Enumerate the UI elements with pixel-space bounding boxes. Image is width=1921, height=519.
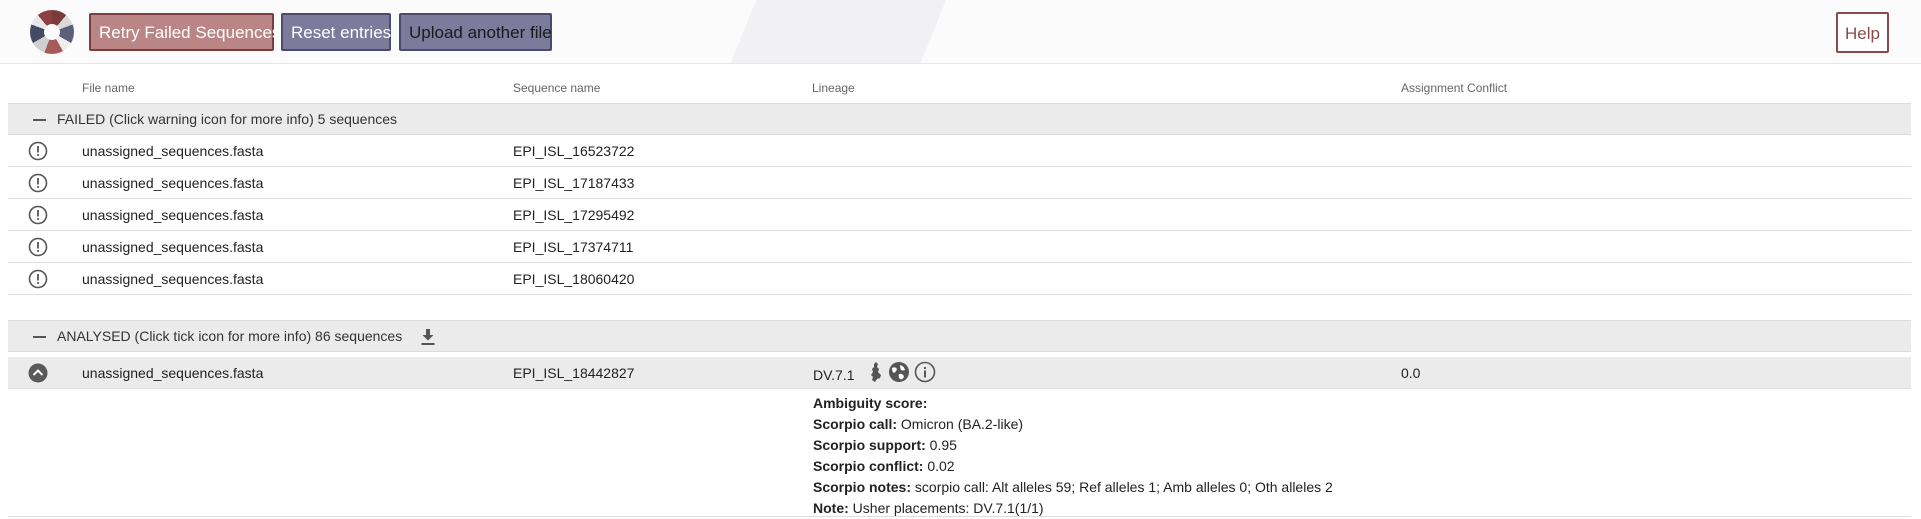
detail-value: scorpio call: Alt alleles 59; Ref allele…: [914, 479, 1333, 495]
warning-icon[interactable]: [28, 141, 48, 161]
detail-label: Scorpio conflict:: [813, 458, 924, 474]
lineage-cell: DV.7.1: [813, 367, 855, 383]
retry-failed-sequences-button[interactable]: Retry Failed Sequences: [89, 13, 280, 51]
assignment-conflict-cell: 0.0: [1401, 365, 1421, 381]
upload-another-file-button[interactable]: Upload another file: [399, 13, 552, 51]
help-button[interactable]: Help: [1836, 12, 1889, 53]
detail-label: Scorpio call:: [813, 416, 898, 432]
column-header-file-name[interactable]: File name: [82, 81, 135, 95]
detail-value: Usher placements: DV.7.1(1/1): [852, 500, 1044, 516]
info-icon[interactable]: [914, 361, 936, 383]
detail-value: 0.02: [927, 458, 955, 474]
detail-value: 0.95: [929, 437, 957, 453]
globe-icon[interactable]: [888, 361, 910, 383]
table-row[interactable]: unassigned_sequences.fasta EPI_ISL_17187…: [8, 167, 1911, 199]
detail-label: Scorpio notes:: [813, 479, 912, 495]
collapse-icon[interactable]: [33, 336, 46, 338]
sequence-name-cell: EPI_ISL_16523722: [513, 143, 635, 159]
warning-icon[interactable]: [28, 173, 48, 193]
map-icon[interactable]: [868, 361, 884, 383]
failed-group-header[interactable]: FAILED (Click warning icon for more info…: [8, 103, 1911, 135]
download-icon[interactable]: [420, 328, 436, 346]
failed-group-label: FAILED (Click warning icon for more info…: [57, 111, 398, 127]
table-row[interactable]: unassigned_sequences.fasta EPI_ISL_17374…: [8, 231, 1911, 263]
file-name-cell: unassigned_sequences.fasta: [82, 175, 264, 191]
warning-icon[interactable]: [28, 237, 48, 257]
detail-label: Ambiguity score:: [813, 395, 928, 411]
tick-icon[interactable]: [28, 363, 48, 383]
analysed-group-label: ANALYSED (Click tick icon for more info)…: [57, 328, 403, 344]
table-row[interactable]: unassigned_sequences.fasta EPI_ISL_16523…: [8, 135, 1911, 167]
table-row[interactable]: unassigned_sequences.fasta EPI_ISL_17295…: [8, 199, 1911, 231]
collapse-icon[interactable]: [33, 119, 46, 121]
file-name-cell: unassigned_sequences.fasta: [82, 271, 264, 287]
file-name-cell: unassigned_sequences.fasta: [82, 365, 264, 381]
warning-icon[interactable]: [28, 205, 48, 225]
column-header-sequence-name[interactable]: Sequence name: [513, 81, 600, 95]
file-name-cell: unassigned_sequences.fasta: [82, 239, 264, 255]
column-header-lineage[interactable]: Lineage: [812, 81, 855, 95]
sequence-name-cell: EPI_ISL_18442827: [513, 365, 635, 381]
sequence-name-cell: EPI_ISL_17295492: [513, 207, 635, 223]
column-header-assignment-conflict[interactable]: Assignment Conflict: [1401, 81, 1507, 95]
ambiguity-score-line: Ambiguity score:: [813, 393, 1333, 414]
top-toolbar: Retry Failed Sequences Reset entries Upl…: [0, 0, 1921, 64]
detail-label: Scorpio support:: [813, 437, 926, 453]
reset-entries-button[interactable]: Reset entries: [281, 13, 391, 51]
warning-icon[interactable]: [28, 269, 48, 289]
app-logo: [30, 10, 74, 54]
analysed-group-header[interactable]: ANALYSED (Click tick icon for more info)…: [8, 320, 1911, 352]
sequence-details-panel: Ambiguity score: Scorpio call: Omicron (…: [813, 393, 1333, 519]
sequence-name-cell: EPI_ISL_17374711: [513, 239, 634, 255]
scorpio-support-line: Scorpio support: 0.95: [813, 435, 1333, 456]
sequence-name-cell: EPI_ISL_17187433: [513, 175, 635, 191]
file-name-cell: unassigned_sequences.fasta: [82, 207, 264, 223]
table-row[interactable]: unassigned_sequences.fasta EPI_ISL_18060…: [8, 263, 1911, 295]
file-name-cell: unassigned_sequences.fasta: [82, 143, 264, 159]
detail-label: Note:: [813, 500, 849, 516]
scorpio-conflict-line: Scorpio conflict: 0.02: [813, 456, 1333, 477]
sequence-name-cell: EPI_ISL_18060420: [513, 271, 635, 287]
detail-value: Omicron (BA.2-like): [900, 416, 1024, 432]
table-row[interactable]: unassigned_sequences.fasta EPI_ISL_18442…: [8, 357, 1911, 389]
scorpio-call-line: Scorpio call: Omicron (BA.2-like): [813, 414, 1333, 435]
scorpio-notes-line: Scorpio notes: scorpio call: Alt alleles…: [813, 477, 1333, 498]
